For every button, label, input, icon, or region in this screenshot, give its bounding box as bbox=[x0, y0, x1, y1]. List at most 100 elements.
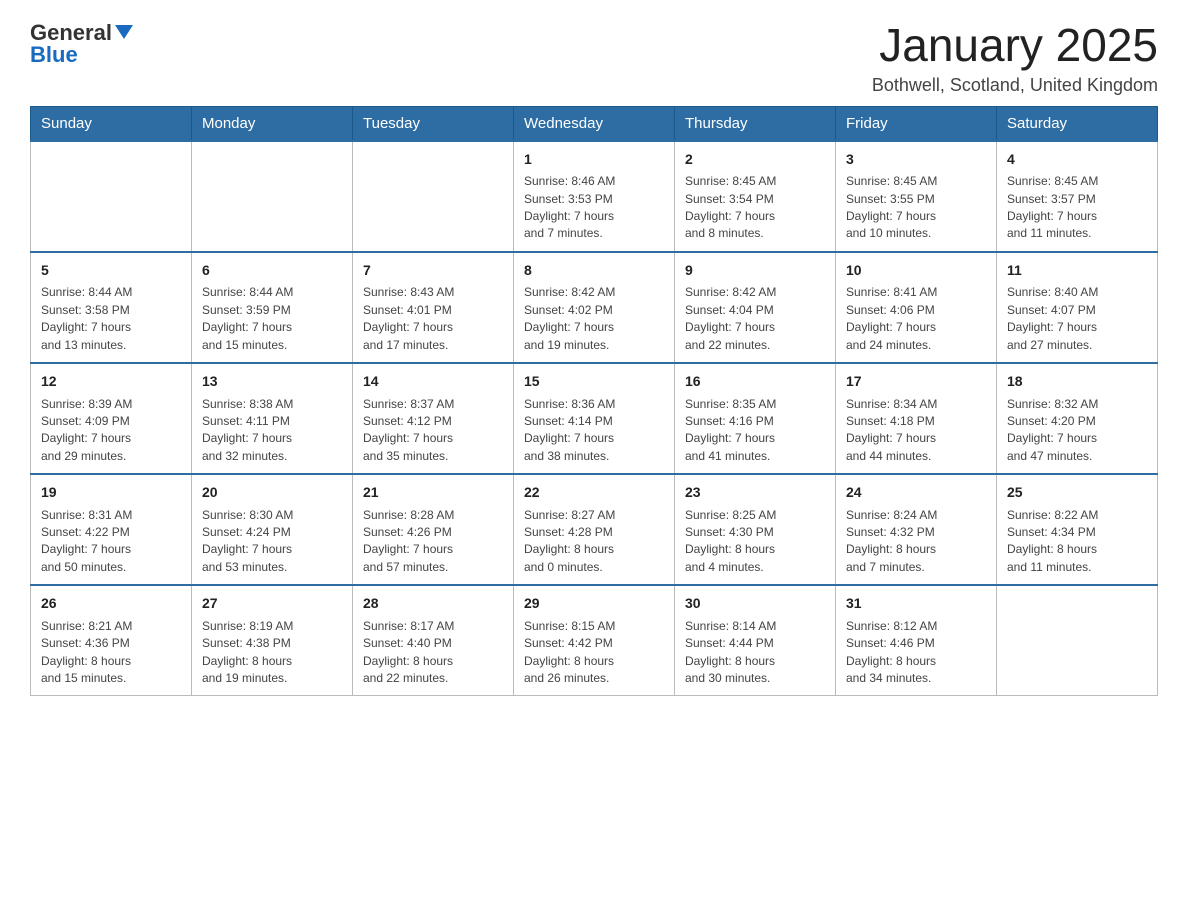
logo-triangle-icon bbox=[115, 25, 133, 39]
day-info: Sunrise: 8:44 AM Sunset: 3:59 PM Dayligh… bbox=[202, 284, 342, 354]
day-number: 8 bbox=[524, 261, 664, 281]
day-info: Sunrise: 8:22 AM Sunset: 4:34 PM Dayligh… bbox=[1007, 507, 1147, 577]
day-number: 19 bbox=[41, 483, 181, 503]
day-number: 28 bbox=[363, 594, 503, 614]
day-number: 21 bbox=[363, 483, 503, 503]
day-info: Sunrise: 8:24 AM Sunset: 4:32 PM Dayligh… bbox=[846, 507, 986, 577]
logo-text-blue: Blue bbox=[30, 42, 78, 68]
logo: General Blue bbox=[30, 20, 133, 68]
day-number: 22 bbox=[524, 483, 664, 503]
day-number: 3 bbox=[846, 150, 986, 170]
day-info: Sunrise: 8:32 AM Sunset: 4:20 PM Dayligh… bbox=[1007, 396, 1147, 466]
calendar-header-wednesday: Wednesday bbox=[514, 106, 675, 141]
calendar-week-row-3: 12 Sunrise: 8:39 AM Sunset: 4:09 PM Dayli… bbox=[31, 363, 1158, 474]
day-number: 27 bbox=[202, 594, 342, 614]
calendar-cell: 18 Sunrise: 8:32 AM Sunset: 4:20 PM Dayli… bbox=[997, 363, 1158, 474]
calendar-header-friday: Friday bbox=[836, 106, 997, 141]
calendar-week-row-5: 26 Sunrise: 8:21 AM Sunset: 4:36 PM Dayli… bbox=[31, 585, 1158, 696]
day-number: 24 bbox=[846, 483, 986, 503]
day-info: Sunrise: 8:15 AM Sunset: 4:42 PM Dayligh… bbox=[524, 618, 664, 688]
calendar-cell: 20 Sunrise: 8:30 AM Sunset: 4:24 PM Dayli… bbox=[192, 474, 353, 585]
title-section: January 2025 Bothwell, Scotland, United … bbox=[872, 20, 1158, 96]
day-number: 23 bbox=[685, 483, 825, 503]
day-number: 9 bbox=[685, 261, 825, 281]
calendar-week-row-4: 19 Sunrise: 8:31 AM Sunset: 4:22 PM Dayli… bbox=[31, 474, 1158, 585]
calendar-cell: 6 Sunrise: 8:44 AM Sunset: 3:59 PM Daylig… bbox=[192, 252, 353, 363]
calendar-header-thursday: Thursday bbox=[675, 106, 836, 141]
calendar-header-row: SundayMondayTuesdayWednesdayThursdayFrid… bbox=[31, 106, 1158, 141]
day-number: 4 bbox=[1007, 150, 1147, 170]
day-info: Sunrise: 8:30 AM Sunset: 4:24 PM Dayligh… bbox=[202, 507, 342, 577]
calendar-cell: 5 Sunrise: 8:44 AM Sunset: 3:58 PM Daylig… bbox=[31, 252, 192, 363]
day-info: Sunrise: 8:46 AM Sunset: 3:53 PM Dayligh… bbox=[524, 173, 664, 243]
day-number: 26 bbox=[41, 594, 181, 614]
day-info: Sunrise: 8:21 AM Sunset: 4:36 PM Dayligh… bbox=[41, 618, 181, 688]
calendar-cell: 31 Sunrise: 8:12 AM Sunset: 4:46 PM Dayli… bbox=[836, 585, 997, 696]
day-number: 31 bbox=[846, 594, 986, 614]
calendar-cell: 26 Sunrise: 8:21 AM Sunset: 4:36 PM Dayli… bbox=[31, 585, 192, 696]
day-number: 29 bbox=[524, 594, 664, 614]
calendar-cell: 23 Sunrise: 8:25 AM Sunset: 4:30 PM Dayli… bbox=[675, 474, 836, 585]
day-number: 13 bbox=[202, 372, 342, 392]
day-number: 30 bbox=[685, 594, 825, 614]
day-info: Sunrise: 8:42 AM Sunset: 4:04 PM Dayligh… bbox=[685, 284, 825, 354]
calendar-cell: 27 Sunrise: 8:19 AM Sunset: 4:38 PM Dayli… bbox=[192, 585, 353, 696]
day-number: 7 bbox=[363, 261, 503, 281]
day-info: Sunrise: 8:45 AM Sunset: 3:57 PM Dayligh… bbox=[1007, 173, 1147, 243]
day-info: Sunrise: 8:41 AM Sunset: 4:06 PM Dayligh… bbox=[846, 284, 986, 354]
calendar-header-monday: Monday bbox=[192, 106, 353, 141]
page-header: General Blue January 2025 Bothwell, Scot… bbox=[30, 20, 1158, 96]
day-info: Sunrise: 8:36 AM Sunset: 4:14 PM Dayligh… bbox=[524, 396, 664, 466]
day-number: 14 bbox=[363, 372, 503, 392]
calendar-cell: 15 Sunrise: 8:36 AM Sunset: 4:14 PM Dayli… bbox=[514, 363, 675, 474]
day-info: Sunrise: 8:45 AM Sunset: 3:54 PM Dayligh… bbox=[685, 173, 825, 243]
calendar-cell: 19 Sunrise: 8:31 AM Sunset: 4:22 PM Dayli… bbox=[31, 474, 192, 585]
calendar-cell: 21 Sunrise: 8:28 AM Sunset: 4:26 PM Dayli… bbox=[353, 474, 514, 585]
day-info: Sunrise: 8:25 AM Sunset: 4:30 PM Dayligh… bbox=[685, 507, 825, 577]
calendar-cell: 7 Sunrise: 8:43 AM Sunset: 4:01 PM Daylig… bbox=[353, 252, 514, 363]
day-number: 2 bbox=[685, 150, 825, 170]
calendar-cell: 11Sunrise: 8:40 AM Sunset: 4:07 PM Dayli… bbox=[997, 252, 1158, 363]
calendar-cell: 30 Sunrise: 8:14 AM Sunset: 4:44 PM Dayli… bbox=[675, 585, 836, 696]
calendar-header-saturday: Saturday bbox=[997, 106, 1158, 141]
day-info: Sunrise: 8:39 AM Sunset: 4:09 PM Dayligh… bbox=[41, 396, 181, 466]
day-info: Sunrise: 8:17 AM Sunset: 4:40 PM Dayligh… bbox=[363, 618, 503, 688]
calendar-cell: 13 Sunrise: 8:38 AM Sunset: 4:11 PM Dayli… bbox=[192, 363, 353, 474]
calendar-cell: 29 Sunrise: 8:15 AM Sunset: 4:42 PM Dayli… bbox=[514, 585, 675, 696]
calendar-cell: 1 Sunrise: 8:46 AM Sunset: 3:53 PM Daylig… bbox=[514, 141, 675, 252]
calendar-cell: 9 Sunrise: 8:42 AM Sunset: 4:04 PM Daylig… bbox=[675, 252, 836, 363]
calendar-cell: 2 Sunrise: 8:45 AM Sunset: 3:54 PM Daylig… bbox=[675, 141, 836, 252]
day-number: 18 bbox=[1007, 372, 1147, 392]
day-number: 6 bbox=[202, 261, 342, 281]
day-number: 5 bbox=[41, 261, 181, 281]
day-info: Sunrise: 8:40 AM Sunset: 4:07 PM Dayligh… bbox=[1007, 284, 1147, 354]
day-info: Sunrise: 8:44 AM Sunset: 3:58 PM Dayligh… bbox=[41, 284, 181, 354]
calendar-cell bbox=[31, 141, 192, 252]
subtitle: Bothwell, Scotland, United Kingdom bbox=[872, 75, 1158, 96]
day-info: Sunrise: 8:31 AM Sunset: 4:22 PM Dayligh… bbox=[41, 507, 181, 577]
day-info: Sunrise: 8:12 AM Sunset: 4:46 PM Dayligh… bbox=[846, 618, 986, 688]
calendar-cell: 14Sunrise: 8:37 AM Sunset: 4:12 PM Dayli… bbox=[353, 363, 514, 474]
day-info: Sunrise: 8:38 AM Sunset: 4:11 PM Dayligh… bbox=[202, 396, 342, 466]
calendar-cell: 8 Sunrise: 8:42 AM Sunset: 4:02 PM Daylig… bbox=[514, 252, 675, 363]
calendar-header-tuesday: Tuesday bbox=[353, 106, 514, 141]
day-number: 20 bbox=[202, 483, 342, 503]
day-info: Sunrise: 8:45 AM Sunset: 3:55 PM Dayligh… bbox=[846, 173, 986, 243]
day-info: Sunrise: 8:19 AM Sunset: 4:38 PM Dayligh… bbox=[202, 618, 342, 688]
calendar-table: SundayMondayTuesdayWednesdayThursdayFrid… bbox=[30, 106, 1158, 697]
calendar-cell: 3 Sunrise: 8:45 AM Sunset: 3:55 PM Daylig… bbox=[836, 141, 997, 252]
day-number: 12 bbox=[41, 372, 181, 392]
day-number: 15 bbox=[524, 372, 664, 392]
calendar-cell: 12 Sunrise: 8:39 AM Sunset: 4:09 PM Dayli… bbox=[31, 363, 192, 474]
calendar-cell: 28 Sunrise: 8:17 AM Sunset: 4:40 PM Dayli… bbox=[353, 585, 514, 696]
day-info: Sunrise: 8:43 AM Sunset: 4:01 PM Dayligh… bbox=[363, 284, 503, 354]
day-info: Sunrise: 8:42 AM Sunset: 4:02 PM Dayligh… bbox=[524, 284, 664, 354]
day-number: 1 bbox=[524, 150, 664, 170]
day-info: Sunrise: 8:35 AM Sunset: 4:16 PM Dayligh… bbox=[685, 396, 825, 466]
day-info: Sunrise: 8:28 AM Sunset: 4:26 PM Dayligh… bbox=[363, 507, 503, 577]
calendar-week-row-1: 1 Sunrise: 8:46 AM Sunset: 3:53 PM Daylig… bbox=[31, 141, 1158, 252]
calendar-cell bbox=[192, 141, 353, 252]
calendar-week-row-2: 5 Sunrise: 8:44 AM Sunset: 3:58 PM Daylig… bbox=[31, 252, 1158, 363]
day-number: 17 bbox=[846, 372, 986, 392]
day-info: Sunrise: 8:14 AM Sunset: 4:44 PM Dayligh… bbox=[685, 618, 825, 688]
